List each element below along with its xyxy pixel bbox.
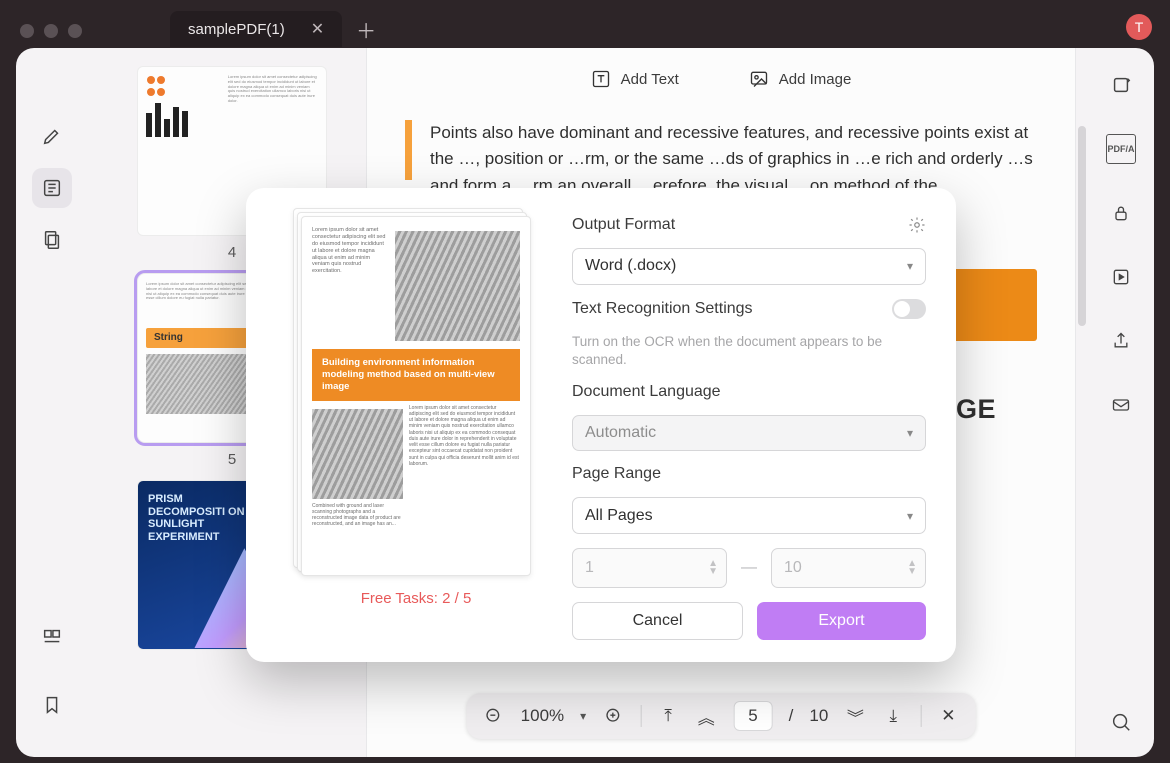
free-tasks-counter: Free Tasks: 2 / 5: [361, 590, 472, 607]
chevron-down-icon: ▾: [907, 426, 913, 440]
ocr-hint: Turn on the OCR when the document appear…: [572, 333, 926, 369]
add-image-button[interactable]: Add Image: [749, 69, 852, 89]
next-page-icon[interactable]: ︾: [844, 705, 866, 727]
page-total: 10: [809, 706, 828, 726]
accent-bar: [405, 120, 412, 180]
traffic-zoom[interactable]: [68, 24, 82, 38]
prev-page-icon[interactable]: ︽: [695, 705, 717, 727]
chevron-down-icon: ▾: [907, 509, 913, 523]
traffic-minimize[interactable]: [44, 24, 58, 38]
lock-icon[interactable]: [1106, 198, 1136, 228]
export-button[interactable]: Export: [757, 602, 926, 640]
export-preview: Lorem ipsum dolor sit amet consectetur a…: [301, 216, 531, 576]
window-traffic-lights[interactable]: [20, 24, 82, 38]
play-icon[interactable]: [1106, 262, 1136, 292]
right-tool-rail: PDF/A: [1088, 48, 1154, 757]
highlighter-icon[interactable]: [32, 116, 72, 156]
page-current[interactable]: 5: [733, 701, 772, 731]
preview-title: Building environment information modelin…: [312, 349, 520, 401]
export-modal: Lorem ipsum dolor sit amet consectetur a…: [246, 188, 956, 662]
language-select[interactable]: Automatic ▾: [572, 415, 926, 452]
pdfa-icon[interactable]: PDF/A: [1106, 134, 1136, 164]
gear-icon[interactable]: [908, 216, 926, 234]
range-to-input[interactable]: 10 ▲▼: [771, 548, 926, 588]
edit-text-icon[interactable]: [32, 168, 72, 208]
range-from-input[interactable]: 1 ▲▼: [572, 548, 727, 588]
page-sep: /: [789, 706, 794, 726]
add-text-button[interactable]: Add Text: [591, 69, 679, 89]
output-format-select[interactable]: Word (.docx) ▾: [572, 248, 926, 285]
add-text-label: Add Text: [621, 71, 679, 88]
export-label: Export: [818, 612, 864, 630]
tab-active[interactable]: samplePDF(1) ✕: [170, 11, 342, 47]
ocr-label: Text Recognition Settings: [572, 300, 753, 318]
first-page-icon[interactable]: ⤒: [657, 705, 679, 727]
doc-toolbar: Add Text Add Image: [367, 48, 1075, 110]
organize-pages-icon[interactable]: [32, 220, 72, 260]
output-format-value: Word (.docx): [585, 257, 676, 275]
close-pager-icon[interactable]: ✕: [937, 705, 959, 727]
zoom-out-icon[interactable]: [483, 705, 505, 727]
close-icon[interactable]: ✕: [311, 19, 324, 39]
new-tab-button[interactable]: ＋: [356, 15, 376, 44]
zoom-in-icon[interactable]: [602, 705, 624, 727]
lang-label: Document Language: [572, 383, 721, 401]
page-range-select[interactable]: All Pages ▾: [572, 497, 926, 534]
range-from-value: 1: [585, 559, 594, 577]
add-image-label: Add Image: [779, 71, 852, 88]
ocr-toggle[interactable]: [892, 299, 926, 319]
scrollbar[interactable]: [1078, 126, 1086, 326]
form-icon[interactable]: [32, 617, 72, 657]
cancel-label: Cancel: [633, 612, 683, 630]
cancel-button[interactable]: Cancel: [572, 602, 743, 640]
chevron-down-icon[interactable]: ▾: [580, 709, 586, 723]
chevron-down-icon: ▾: [907, 259, 913, 273]
page-controls: 100% ▾ ⤒ ︽ 5 / 10 ︾ ⤓ ✕: [467, 693, 976, 739]
tab-title: samplePDF(1): [188, 21, 285, 38]
avatar-initial: T: [1135, 19, 1144, 35]
share-icon[interactable]: [1106, 326, 1136, 356]
avatar[interactable]: T: [1126, 14, 1152, 40]
range-value: All Pages: [585, 507, 653, 525]
bookmark-icon[interactable]: [32, 685, 72, 725]
mail-icon[interactable]: [1106, 390, 1136, 420]
search-icon[interactable]: [1106, 707, 1136, 737]
stepper-icon[interactable]: ▲▼: [708, 560, 718, 576]
rotate-icon[interactable]: [1106, 70, 1136, 100]
thumb-blue-title: PRISM DECOMPOSITI ON SUNLIGHT EXPERIMENT: [148, 493, 248, 544]
range-to-value: 10: [784, 559, 802, 577]
stepper-icon[interactable]: ▲▼: [907, 560, 917, 576]
range-label: Page Range: [572, 465, 661, 483]
traffic-close[interactable]: [20, 24, 34, 38]
zoom-value: 100%: [521, 706, 564, 726]
left-tool-rail: [16, 48, 88, 757]
output-format-label: Output Format: [572, 216, 675, 234]
last-page-icon[interactable]: ⤓: [882, 705, 904, 727]
language-value: Automatic: [585, 424, 656, 442]
range-dash: —: [741, 559, 757, 577]
